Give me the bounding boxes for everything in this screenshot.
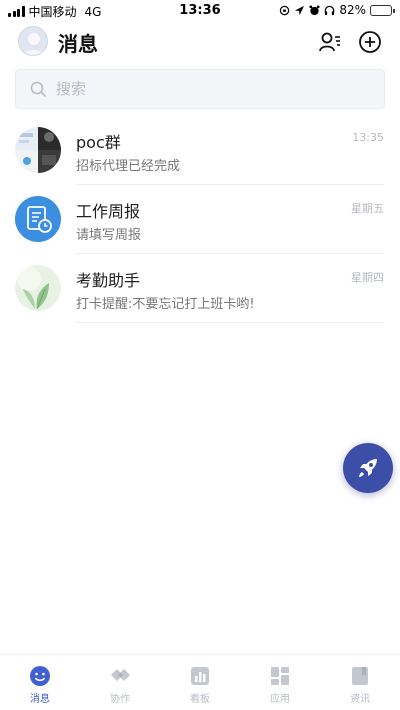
- default-user-icon: [23, 33, 45, 55]
- conversation-time: 星期五: [351, 202, 384, 215]
- conversation-item[interactable]: poc群 招标代理已经完成 13:35: [0, 117, 400, 185]
- conversation-name: poc群: [76, 133, 121, 152]
- tab-label: 协作: [110, 694, 130, 705]
- alarm-icon: [309, 4, 320, 15]
- rotation-lock-icon: [280, 5, 290, 15]
- chart-board-icon: [191, 667, 209, 685]
- headphones-icon: [325, 5, 335, 15]
- tab-messages[interactable]: 消息: [0, 655, 80, 710]
- tab-label: 消息: [30, 694, 50, 705]
- conversation-name: 工作周报: [76, 202, 141, 221]
- search-bar[interactable]: [15, 69, 385, 109]
- group-avatar: [15, 127, 61, 173]
- contacts-icon: [319, 32, 340, 52]
- bottom-tab-bar: 消息 协作 看板 应用 资讯: [0, 654, 400, 710]
- quick-launch-button[interactable]: [343, 443, 393, 493]
- page-title: 消息: [58, 32, 98, 56]
- conversation-preview: 请填写周报: [76, 228, 142, 243]
- rocket-icon: [359, 459, 377, 477]
- contacts-button[interactable]: [316, 28, 344, 56]
- conversation-preview: 打卡提醒:不要忘记打上班卡哟!: [76, 297, 255, 312]
- collaborate-icon: [111, 669, 130, 681]
- search-input[interactable]: [56, 70, 376, 108]
- conversation-preview: 招标代理已经完成: [76, 159, 181, 174]
- conversation-name: 考勤助手: [76, 271, 141, 290]
- divider: [76, 322, 384, 323]
- conversation-item[interactable]: 工作周报 请填写周报 星期五: [0, 186, 400, 254]
- search-icon: [30, 81, 47, 98]
- conversation-time: 星期四: [351, 271, 384, 284]
- tab-collaborate[interactable]: 协作: [80, 655, 160, 710]
- news-book-icon: [352, 667, 368, 685]
- report-avatar: [15, 196, 61, 242]
- report-icon: [27, 206, 52, 233]
- status-bar: 中国移动 4G 13:36 82%: [0, 0, 400, 22]
- battery-icon: [370, 4, 395, 16]
- plus-circle-icon: [359, 31, 381, 53]
- app-header: 消息: [0, 22, 400, 64]
- conversation-item[interactable]: 考勤助手 打卡提醒:不要忘记打上班卡哟! 星期四: [0, 255, 400, 323]
- user-avatar[interactable]: [18, 26, 48, 56]
- tab-board[interactable]: 看板: [160, 655, 240, 710]
- tab-label: 看板: [190, 694, 210, 705]
- tab-label: 资讯: [350, 694, 370, 705]
- leaf-icon: [15, 265, 61, 311]
- tab-apps[interactable]: 应用: [240, 655, 320, 710]
- divider: [76, 253, 384, 254]
- divider: [76, 184, 384, 185]
- conversation-time: 13:35: [352, 131, 384, 144]
- add-button[interactable]: [356, 28, 384, 56]
- attendance-avatar: [15, 265, 61, 311]
- tab-news[interactable]: 资讯: [320, 655, 400, 710]
- location-icon: [295, 5, 305, 15]
- tab-label: 应用: [270, 694, 290, 705]
- apps-grid-icon: [271, 667, 289, 685]
- message-smile-icon: [30, 666, 50, 686]
- battery-percent: 82%: [339, 3, 366, 17]
